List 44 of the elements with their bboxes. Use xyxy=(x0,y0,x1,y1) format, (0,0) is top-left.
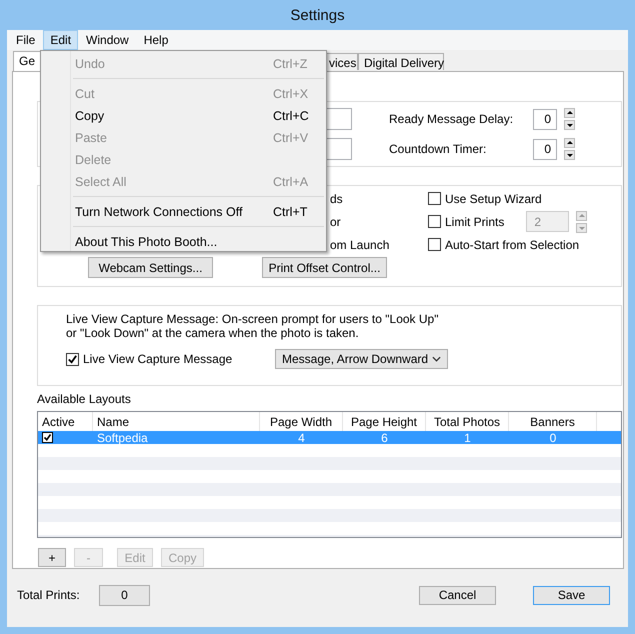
total-prints-label: Total Prints: xyxy=(17,588,81,602)
settings-button[interactable]: Webcam Settings... xyxy=(88,257,213,278)
window-title: Settings xyxy=(290,6,345,24)
field-label: Ready Message Delay: xyxy=(389,112,514,126)
table-cell: 4 xyxy=(298,430,305,444)
menu-item[interactable]: Window xyxy=(79,30,136,50)
table-cell: 0 xyxy=(550,430,556,444)
checkbox[interactable] xyxy=(66,352,79,366)
dialog-button[interactable]: Save xyxy=(533,586,610,604)
menu-item[interactable]: File xyxy=(9,30,42,50)
table-cell: 6 xyxy=(381,430,388,444)
menu-entry[interactable]: Copy Ctrl+C xyxy=(73,105,324,127)
checkbox-label: Limit Prints xyxy=(445,214,504,228)
total-prints-field: 0 xyxy=(99,584,150,606)
number-field[interactable]: 0 xyxy=(533,138,557,160)
field-label: Countdown Timer: xyxy=(389,142,488,156)
menu-item[interactable]: Edit xyxy=(43,30,78,50)
chevron-down-icon xyxy=(432,356,441,362)
spinner-arrows-icon[interactable] xyxy=(564,108,575,130)
tab[interactable]: Digital Delivery xyxy=(358,53,444,70)
dialog-button[interactable]: Cancel xyxy=(419,586,496,604)
checkbox[interactable] xyxy=(428,215,441,228)
description-text: Live View Capture Message: On-screen prompt for users to "Look Up" or "Look Down" at the camera when the photo is taken. xyxy=(66,312,440,340)
settings-button[interactable]: Print Offset Control... xyxy=(262,257,387,278)
option-label: or xyxy=(330,214,341,228)
table-cell: 1 xyxy=(464,430,471,444)
menu-entry[interactable]: About This Photo Booth... xyxy=(73,231,324,253)
option-label: ds xyxy=(330,192,343,206)
table-cell: Softpedia xyxy=(97,430,148,444)
checkbox-label: Auto-Start from Selection xyxy=(445,238,580,252)
checkbox-label: Use Setup Wizard xyxy=(445,192,542,206)
layout-button[interactable]: + xyxy=(38,548,66,567)
section-label: Available Layouts xyxy=(37,392,132,406)
tab[interactable]: Ge xyxy=(13,51,43,71)
number-field[interactable]: 0 xyxy=(533,108,557,130)
spinner-arrows-icon[interactable] xyxy=(564,138,575,160)
menu-item[interactable]: Help xyxy=(136,30,176,50)
message-dropdown[interactable]: Message, Arrow Downward xyxy=(275,349,448,369)
option-label: om Launch xyxy=(330,238,390,252)
menu-entry[interactable]: Turn Network Connections Off Ctrl+T xyxy=(73,201,324,223)
checkbox[interactable] xyxy=(428,238,441,251)
checkbox[interactable] xyxy=(428,192,441,205)
checkbox[interactable] xyxy=(42,432,53,443)
checkbox-label: Live View Capture Message xyxy=(83,352,234,366)
